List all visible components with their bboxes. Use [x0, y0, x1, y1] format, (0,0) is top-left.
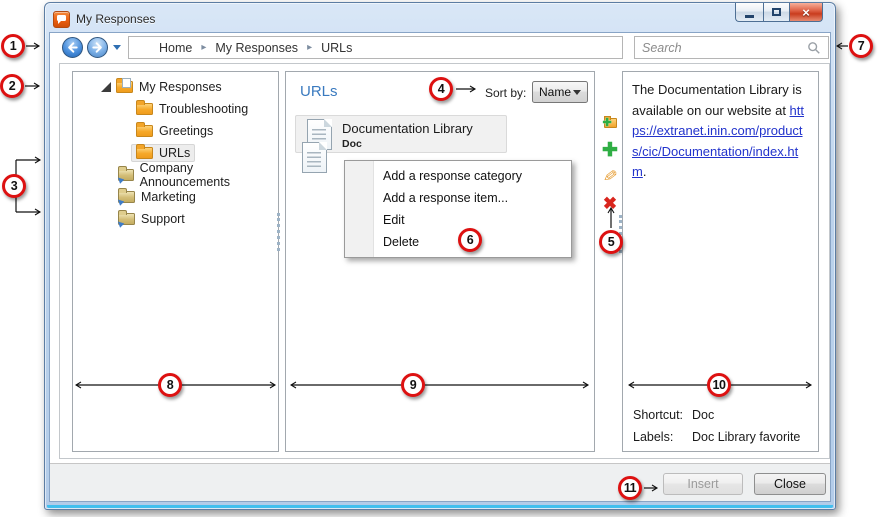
tree-item-marketing[interactable]: Marketing [73, 186, 278, 208]
titlebar[interactable]: My Responses [53, 8, 155, 30]
menu-item-add-response-category[interactable]: Add a response category [345, 165, 571, 187]
labels-label: Labels: [633, 430, 692, 444]
folder-icon [136, 103, 153, 115]
window-bottom-accent [47, 505, 833, 508]
chevron-down-icon [573, 90, 581, 99]
callout-9: 9 [401, 373, 425, 397]
tree-item-label: Troubleshooting [159, 102, 248, 116]
labels-row: Labels: Doc Library favorite [633, 430, 800, 444]
tree-item-company-announcements[interactable]: Company Announcements [73, 164, 278, 186]
response-preview-text: The Documentation Library is available o… [632, 80, 810, 183]
add-category-icon: ✚ [604, 118, 617, 128]
breadcrumb-item-urls[interactable]: URLs [321, 41, 352, 55]
menu-item-edit[interactable]: Edit [345, 209, 571, 231]
shortcut-row: Shortcut: Doc [633, 408, 714, 422]
history-dropdown-icon[interactable] [113, 45, 121, 54]
document-icon[interactable] [302, 142, 327, 173]
search-input[interactable]: Search [634, 36, 829, 59]
tree-item-label: Company Announcements [140, 161, 273, 189]
close-dialog-button[interactable]: Close [754, 473, 826, 495]
search-placeholder: Search [642, 41, 807, 55]
forward-arrow-icon [90, 40, 105, 55]
forward-button[interactable] [87, 37, 108, 58]
callout-7: 7 [849, 34, 873, 58]
breadcrumb[interactable]: Home ▸ My Responses ▸ URLs [128, 36, 623, 59]
window-controls: × [735, 3, 823, 22]
callout-8: 8 [158, 373, 182, 397]
client-area: Home ▸ My Responses ▸ URLs Search [49, 32, 831, 502]
tree-item-label: Marketing [141, 190, 196, 204]
shared-folder-icon [118, 169, 134, 181]
shared-folder-icon [118, 213, 135, 225]
delete-x-icon: ✖ [603, 194, 617, 214]
minimize-button[interactable] [735, 3, 763, 22]
shortcut-label: Shortcut: [633, 408, 692, 422]
callout-2: 2 [0, 74, 24, 98]
tree-item-label: URLs [159, 146, 190, 160]
preview-text: The Documentation Library is available o… [632, 82, 802, 118]
breadcrumb-separator-icon: ▸ [307, 42, 312, 53]
shared-folder-icon [118, 191, 135, 203]
callout-6: 6 [458, 228, 482, 252]
sort-dropdown[interactable]: Name [532, 81, 588, 103]
breadcrumb-separator-icon: ▸ [201, 42, 206, 53]
folder-icon [116, 81, 133, 93]
callout-10: 10 [707, 373, 731, 397]
callout-4: 4 [429, 77, 453, 101]
callout-5: 5 [599, 230, 623, 254]
search-icon [807, 41, 821, 55]
close-button[interactable]: × [790, 3, 823, 22]
back-button[interactable] [62, 37, 83, 58]
pencil-icon: ✎ [602, 166, 619, 188]
menu-item-add-response-item[interactable]: Add a response item... [345, 187, 571, 209]
footer-bar: Insert Close [50, 463, 830, 501]
tree-item-troubleshooting[interactable]: Troubleshooting [73, 98, 278, 120]
labels-value: Doc Library favorite [692, 430, 800, 444]
screenshot-stage: My Responses × Home ▸ [0, 0, 885, 517]
responses-list-panel: URLs Sort by: Name Documentation Library… [285, 71, 595, 452]
tree-item-label: Greetings [159, 124, 213, 138]
app-icon [53, 11, 70, 28]
delete-button[interactable]: ✖ [599, 194, 621, 214]
plus-icon: ✚ [602, 141, 618, 160]
sort-by-label: Sort by: [485, 86, 526, 100]
callout-1: 1 [1, 34, 25, 58]
edit-button[interactable]: ✎ [599, 167, 621, 187]
folder-icon [136, 125, 153, 137]
expander-icon[interactable] [101, 82, 111, 92]
folder-icon [136, 147, 153, 159]
tree-item-greetings[interactable]: Greetings [73, 120, 278, 142]
sort-dropdown-value: Name [539, 85, 571, 99]
tree-item-label: Support [141, 212, 185, 226]
minimize-icon [745, 15, 754, 18]
insert-button[interactable]: Insert [663, 473, 743, 495]
response-item-shortcut: Doc [342, 138, 362, 150]
splitter-grip[interactable] [277, 213, 280, 251]
callout-3: 3 [2, 174, 26, 198]
tree-item-my-responses[interactable]: My Responses [73, 76, 278, 98]
response-item-title: Documentation Library [342, 121, 473, 136]
back-arrow-icon [65, 40, 80, 55]
tree-item-support[interactable]: Support [73, 208, 278, 230]
close-icon: × [802, 5, 810, 20]
tree-item-label: My Responses [139, 80, 222, 94]
breadcrumb-item-my-responses[interactable]: My Responses [215, 41, 298, 55]
window-title: My Responses [76, 12, 155, 26]
add-item-button[interactable]: ✚ [599, 140, 621, 160]
maximize-icon [772, 8, 781, 16]
add-category-button[interactable]: ✚ [599, 113, 621, 133]
callout-11: 11 [618, 476, 642, 500]
panel-title: URLs [300, 83, 338, 100]
maximize-button[interactable] [763, 3, 790, 22]
breadcrumb-item-home[interactable]: Home [159, 41, 192, 55]
preview-text-period: . [643, 164, 647, 179]
shortcut-value: Doc [692, 408, 714, 422]
